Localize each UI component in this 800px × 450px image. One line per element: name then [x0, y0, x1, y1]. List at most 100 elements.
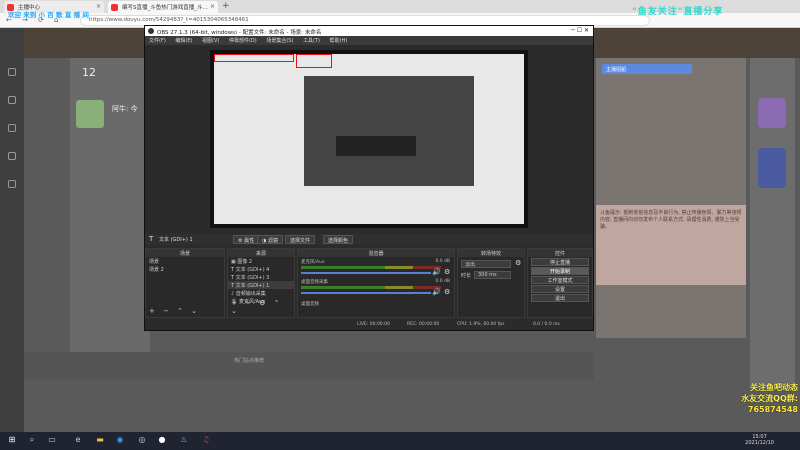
obs-icon[interactable]: ● — [156, 435, 168, 447]
source-bounding-box[interactable] — [296, 54, 332, 68]
scene-list-controls[interactable]: + − ⌃ ⌄ — [149, 307, 200, 315]
follow-count: 12 — [82, 66, 96, 79]
music-icon[interactable]: ♫ — [200, 435, 212, 447]
promo-text: 关注鱼吧动态 水友交流QQ群: 765874548 — [698, 382, 798, 415]
badge-icon[interactable] — [758, 98, 786, 128]
app-icon[interactable]: ◎ — [136, 435, 148, 447]
tab-label: 编写S直播_斗鱼热门游戏直播_斗… — [122, 5, 208, 11]
menu-docks[interactable]: 停靠部件(D) — [225, 36, 261, 45]
mascot-icon[interactable] — [758, 148, 786, 188]
scenes-dock-title: 场景 — [146, 249, 224, 257]
source-item[interactable]: ▣ 图像 2 — [228, 257, 294, 265]
rec-timer: REC: 00:00:00 — [407, 322, 440, 327]
mixer-dock: 混音器 麦克风/Aux 0.0 dB 🔊 ⚙ 桌面音频采集 0.0 dB 🔊 ⚙… — [297, 248, 455, 318]
speaker-icon[interactable]: 🔊 — [432, 268, 441, 276]
source-bounding-box[interactable] — [214, 54, 294, 62]
menu-view[interactable]: 视图(V) — [198, 36, 223, 45]
start-recording-button[interactable]: 开始录制 — [531, 267, 589, 275]
new-tab-button[interactable]: + — [222, 1, 230, 11]
promo-line: 水友交流QQ群: — [741, 394, 798, 403]
menu-scene-collection[interactable]: 场景集合(S) — [262, 36, 297, 45]
streamer-card: 12 阿牛: 今 — [70, 58, 150, 358]
mixer-dock-title: 混音器 — [298, 249, 454, 257]
volume-slider[interactable] — [301, 272, 431, 274]
gear-icon[interactable]: ⚙ — [444, 268, 450, 276]
settings-button[interactable]: 设置 — [531, 285, 589, 293]
window-controls[interactable]: ─ ☐ ✕ — [571, 27, 589, 34]
streamer-name: 阿牛: 今 — [112, 105, 138, 113]
sidebar-item-video[interactable] — [2, 180, 22, 189]
right-panel-title: 主播招船 — [602, 64, 692, 74]
source-item[interactable]: ♪ 音频输出采集 — [228, 289, 294, 297]
controls-dock-title: 控件 — [528, 249, 592, 257]
select-file-button[interactable]: 选择文件 — [285, 235, 316, 244]
speaker-icon[interactable]: 🔊 — [432, 288, 441, 296]
stop-streaming-button[interactable]: 停止直播 — [531, 258, 589, 266]
close-icon[interactable]: × — [210, 3, 215, 10]
qq-group-number: 765874548 — [747, 405, 798, 414]
mixer-channel-name: 麦克风/Aux — [301, 260, 325, 265]
menu-tools[interactable]: 工具(T) — [299, 36, 324, 45]
obs-titlebar[interactable]: OBS 27.1.3 (64-bit, windows) - 配置文件: 未命名… — [145, 26, 593, 36]
mixer-channel-name: 桌面音频 — [301, 302, 319, 307]
menu-help[interactable]: 帮助(H) — [326, 36, 352, 45]
scene-item[interactable]: 场景 2 — [146, 265, 224, 273]
obs-window[interactable]: OBS 27.1.3 (64-bit, windows) - 配置文件: 未命名… — [144, 25, 594, 331]
transitions-dock-title: 转场特效 — [458, 249, 524, 257]
duration-input[interactable]: 300 ms — [474, 271, 511, 279]
promo-line: 关注鱼吧动态 — [750, 383, 798, 392]
site-sidebar — [0, 28, 24, 432]
sources-dock-title: 来源 — [228, 249, 294, 257]
system-clock[interactable]: 15:07 2021/12/10 — [745, 434, 774, 446]
browser-icon[interactable]: ◉ — [114, 435, 126, 447]
sidebar-item-live[interactable] — [2, 96, 22, 105]
video-icon — [8, 180, 16, 188]
selected-source-name: 文本 (GDI+) 1 — [159, 237, 193, 243]
exit-button[interactable]: 退出 — [531, 294, 589, 302]
source-item[interactable]: T 文本 (GDI+) 4 — [228, 265, 294, 273]
select-color-button[interactable]: 选择颜色 — [323, 235, 354, 244]
sidebar-item-game[interactable] — [2, 152, 22, 161]
tv-icon — [8, 96, 16, 104]
windows-taskbar: ⊞ ⌕ ▭ e ▬ ◉ ◎ ● ♨ ♫ 15:07 2021/12/10 — [0, 432, 800, 450]
watermark-top-left: 欢迎 来到 小 百 歌 直 播 间 — [8, 11, 89, 19]
folder-icon[interactable]: ▬ — [94, 435, 106, 447]
menu-file[interactable]: 文件(F) — [145, 36, 170, 45]
edge-icon[interactable]: e — [72, 435, 84, 447]
properties-button[interactable]: ⚙ 属性 — [233, 235, 260, 244]
sidebar-item-follow[interactable] — [2, 68, 22, 77]
close-icon[interactable]: × — [96, 3, 101, 10]
obs-preview[interactable] — [210, 50, 528, 228]
right-gift-bar — [750, 58, 795, 388]
gear-icon[interactable]: ⚙ — [444, 288, 450, 296]
transition-select[interactable]: 淡出 — [461, 260, 511, 268]
steam-icon[interactable]: ♨ — [178, 435, 190, 447]
footer-notice: 热门站点推荐 — [234, 358, 265, 364]
recursive-preview-inner — [336, 136, 416, 156]
gear-icon[interactable]: ⚙ — [515, 259, 521, 267]
audio-meter — [301, 286, 441, 289]
mixer-channel-db: 0.0 dB — [435, 259, 450, 264]
scene-item[interactable]: 场景 — [146, 257, 224, 265]
studio-mode-button[interactable]: 工作室模式 — [531, 276, 589, 284]
source-item[interactable]: T 文本 (GDI+) 3 — [228, 273, 294, 281]
start-icon[interactable]: ⊞ — [6, 435, 18, 447]
source-item[interactable]: T 文本 (GDI+) 1 — [228, 281, 294, 289]
page-footer: 热门站点推荐 — [24, 352, 594, 380]
source-list-controls[interactable]: + − ⚙ ⌃ ⌄ — [231, 299, 294, 315]
task-view-icon[interactable]: ▭ — [46, 435, 58, 447]
text-source-icon: T — [149, 235, 154, 243]
notice-banner: 斗鱼提示: 抵制低俗信息及不良行为, 禁止传播色情、暴力等违规内容, 直播间内切… — [596, 205, 746, 285]
menu-edit[interactable]: 编辑(E) — [171, 36, 196, 45]
avatar[interactable] — [76, 100, 104, 128]
filters-button[interactable]: ◑ 滤镜 — [257, 235, 283, 244]
mixer-channel-name: 桌面音频采集 — [301, 280, 328, 285]
mixer-channel-db: 0.0 dB — [435, 279, 450, 284]
sidebar-item-category[interactable] — [2, 124, 22, 133]
tab-live-room[interactable]: 编写S直播_斗鱼热门游戏直播_斗… × — [108, 1, 218, 13]
render-time: 0.0 / 0.0 ms — [533, 322, 560, 327]
duration-label: 时长 — [461, 273, 472, 279]
controls-dock: 控件 停止直播 开始录制 工作室模式 设置 退出 — [527, 248, 593, 318]
volume-slider[interactable] — [301, 292, 431, 294]
search-icon[interactable]: ⌕ — [26, 435, 38, 447]
